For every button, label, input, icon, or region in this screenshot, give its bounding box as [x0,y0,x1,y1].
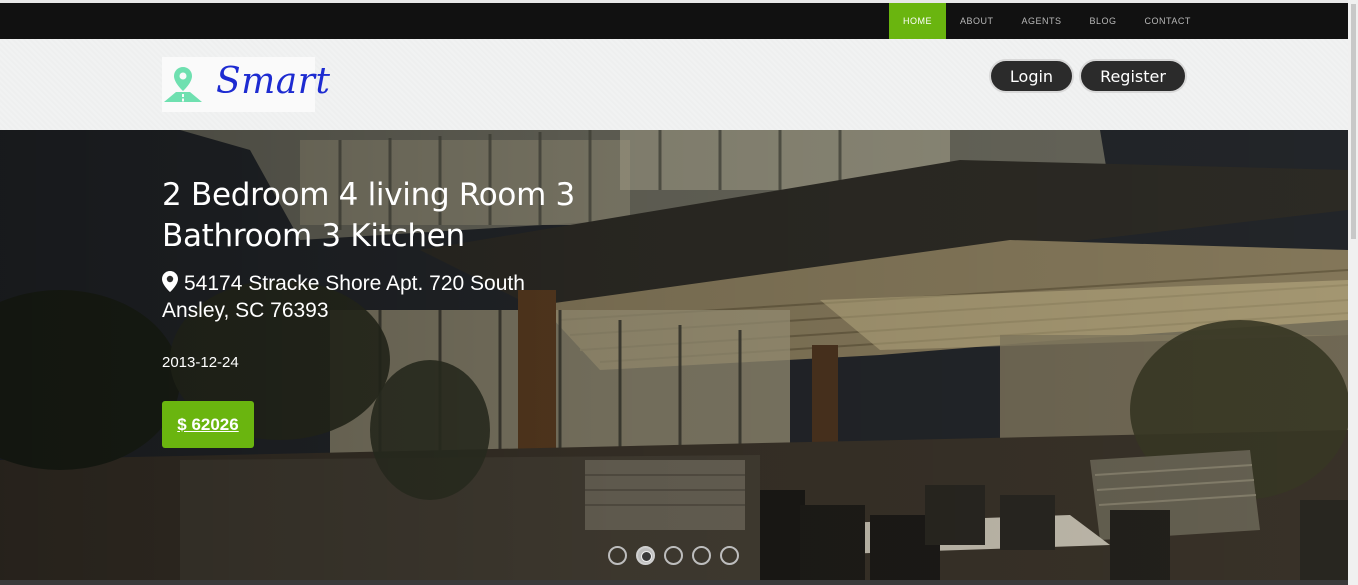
register-button[interactable]: Register [1079,59,1187,93]
site-logo[interactable]: Smart [162,57,330,112]
hero-slider: 2 Bedroom 4 living Room 3 Bathroom 3 Kit… [0,130,1348,580]
property-address-text: 54174 Stracke Shore Apt. 720 South Ansle… [162,272,525,322]
nav-about[interactable]: ABOUT [946,3,1008,39]
slider-dot-3[interactable] [664,546,683,565]
map-pin-icon [162,271,178,292]
login-button[interactable]: Login [989,59,1074,93]
page-bottom-edge [0,580,1348,585]
site-header: Smart Login Register [0,39,1348,130]
map-pin-road-icon [164,67,202,102]
scrollbar-thumb[interactable] [1351,4,1356,239]
property-title: 2 Bedroom 4 living Room 3 Bathroom 3 Kit… [162,177,575,254]
slider-pagination [608,546,739,565]
nav-blog[interactable]: BLOG [1076,3,1131,39]
property-date: 2013-12-24 [162,354,239,371]
main-menu: HOME ABOUT AGENTS BLOG CONTACT [889,3,1205,39]
vertical-scrollbar[interactable] [1348,0,1358,585]
property-price-button[interactable]: $ 62026 [162,401,254,448]
nav-home[interactable]: HOME [889,3,946,39]
slider-dot-4[interactable] [692,546,711,565]
nav-contact[interactable]: CONTACT [1131,3,1205,39]
logo-text: Smart [216,61,331,102]
nav-agents[interactable]: AGENTS [1008,3,1076,39]
top-navigation-bar: HOME ABOUT AGENTS BLOG CONTACT [0,3,1348,39]
slider-dot-2[interactable] [636,546,655,565]
slider-dot-5[interactable] [720,546,739,565]
slider-dot-1[interactable] [608,546,627,565]
property-address: 54174 Stracke Shore Apt. 720 South Ansle… [162,270,582,324]
